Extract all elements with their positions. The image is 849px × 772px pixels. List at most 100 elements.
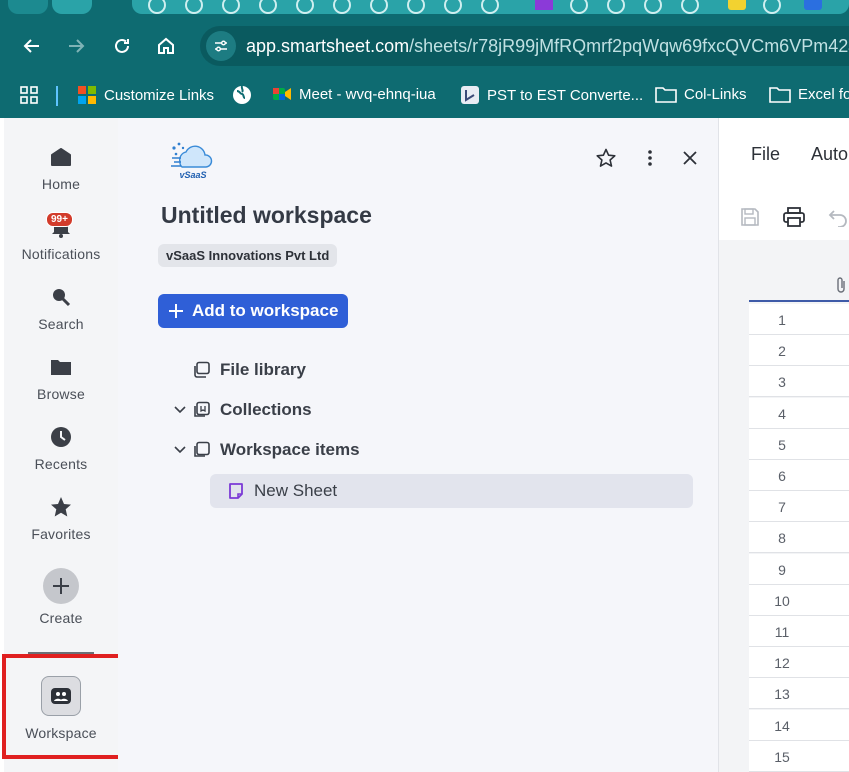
bookmark-customize-links[interactable]: Customize Links	[77, 85, 214, 105]
bookmark-col-links[interactable]: Col-Links	[655, 85, 747, 103]
notification-badge: 99+	[46, 212, 73, 227]
plus-icon	[169, 304, 183, 318]
add-to-workspace-button[interactable]: Add to workspace	[158, 294, 349, 328]
undo-icon	[828, 210, 847, 227]
row-number: 14	[774, 717, 790, 734]
row-number: 2	[778, 343, 786, 360]
windows-logo-icon	[78, 86, 96, 104]
row-number: 6	[778, 468, 786, 484]
rail-label: Notifications	[21, 246, 101, 262]
menu-file[interactable]: File	[751, 144, 780, 165]
site-info-button[interactable]	[206, 31, 236, 61]
bookmark-excel[interactable]: Excel fo	[769, 85, 849, 103]
rail-item-recents[interactable]: Recents	[4, 426, 118, 472]
table-row[interactable]: 1	[749, 304, 849, 335]
table-row[interactable]: 2	[749, 335, 849, 367]
folder-icon	[655, 87, 677, 103]
sheet-grid: 1 2 3 4 5 6 7 8 9 10 11 12 13 14 15	[719, 240, 849, 772]
tree-item-label: Workspace items	[220, 440, 360, 459]
tab-favicon-icon	[535, 0, 553, 10]
back-button[interactable]	[14, 28, 50, 64]
rail-item-search[interactable]: Search	[4, 286, 118, 332]
rail-item-favorites[interactable]: Favorites	[4, 496, 118, 542]
rail-item-browse[interactable]: Browse	[4, 356, 118, 402]
rail-item-notifications[interactable]: 99+ Notifications	[4, 212, 118, 262]
collections-icon	[192, 400, 212, 420]
rail-label: Browse	[37, 386, 85, 402]
bookmark-meet[interactable]: Meet - wvq-ehnq-iua	[272, 85, 436, 103]
tree-item-label: Collections	[220, 400, 312, 419]
menu-automation[interactable]: Auto	[811, 144, 848, 165]
favorite-button[interactable]	[594, 146, 618, 170]
rail-item-create[interactable]: Create	[4, 568, 118, 626]
table-row[interactable]: 8	[749, 522, 849, 554]
arrow-left-icon	[23, 39, 39, 53]
rail-item-home[interactable]: Home	[4, 146, 118, 192]
table-row[interactable]: 5	[749, 428, 849, 460]
row-number: 12	[774, 655, 790, 672]
browser-tab[interactable]	[8, 0, 48, 14]
table-row[interactable]: 9	[749, 553, 849, 585]
tree-item-workspace-items[interactable]: Workspace items	[170, 433, 360, 467]
row-number: 5	[778, 436, 786, 453]
folder-icon	[50, 356, 72, 378]
tune-icon	[215, 40, 227, 52]
undo-button[interactable]	[825, 204, 849, 230]
bookmark-globe[interactable]	[232, 85, 252, 105]
table-row[interactable]: 12	[749, 647, 849, 679]
table-row[interactable]: 4	[749, 397, 849, 429]
table-row[interactable]: 7	[749, 491, 849, 523]
close-panel-button[interactable]	[678, 146, 702, 170]
bookmarks-bar: Customize Links Meet - wvq-ehnq-iua PST …	[0, 74, 849, 118]
grid-header	[749, 240, 849, 302]
bookmark-separator	[56, 86, 58, 106]
chevron-down-icon[interactable]	[170, 446, 190, 454]
star-outline-icon	[596, 148, 616, 167]
chevron-down-icon[interactable]	[170, 406, 190, 414]
url-path: /sheets/r78jR99jMfRQmrf2pqWqw69fxcQVCm6V…	[409, 36, 849, 56]
sheet-toolbar	[719, 198, 849, 238]
home-icon	[50, 146, 72, 168]
workspace-panel: vSaaS Untitled workspace vSaaS Innovatio…	[118, 118, 718, 772]
reload-icon	[115, 38, 129, 53]
close-icon	[683, 151, 697, 165]
save-button[interactable]	[737, 204, 763, 230]
bookmark-label: Customize Links	[104, 86, 215, 104]
more-options-button[interactable]	[638, 146, 662, 170]
table-row[interactable]: 6	[749, 460, 849, 491]
print-button[interactable]	[781, 204, 807, 230]
address-bar[interactable]: app.smartsheet.com/sheets/r78jR99jMfRQmr…	[200, 26, 849, 66]
rail-label: Home	[41, 176, 81, 192]
table-row[interactable]: 3	[749, 366, 849, 398]
bookmark-pst-est[interactable]: PST to EST Converte...	[460, 85, 643, 105]
table-row[interactable]: 13	[749, 678, 849, 710]
save-icon	[741, 208, 759, 226]
row-number: 15	[774, 748, 790, 765]
table-row[interactable]: 10	[749, 584, 849, 616]
table-row[interactable]: 15	[749, 740, 849, 772]
home-button[interactable]	[148, 28, 184, 64]
workspace-items-icon	[192, 440, 212, 460]
bookmark-label: PST to EST Converte...	[487, 86, 644, 104]
tree-item-file-library[interactable]: File library	[190, 353, 306, 387]
tree-item-collections[interactable]: Collections	[170, 393, 312, 427]
more-vertical-icon	[648, 150, 652, 166]
apps-grid-icon[interactable]	[20, 86, 38, 109]
workspace-title[interactable]: Untitled workspace	[161, 202, 372, 229]
row-number: 9	[778, 561, 786, 578]
search-icon	[50, 286, 72, 308]
reload-button[interactable]	[104, 28, 140, 64]
url-host: app.smartsheet.com	[246, 36, 410, 56]
browser-tab[interactable]	[52, 0, 92, 14]
table-row[interactable]: 11	[749, 616, 849, 647]
clock-app-icon	[461, 86, 479, 104]
clock-icon	[50, 426, 72, 448]
workspace-highlight-box	[2, 654, 123, 759]
tab-favicon-icon	[804, 0, 822, 10]
forward-button[interactable]	[58, 28, 94, 64]
tree-item-new-sheet[interactable]: New Sheet	[210, 474, 693, 508]
row-number: 4	[778, 405, 786, 422]
rail-label: Favorites	[31, 526, 91, 542]
table-row[interactable]: 14	[749, 709, 849, 741]
row-number: 1	[778, 312, 786, 328]
